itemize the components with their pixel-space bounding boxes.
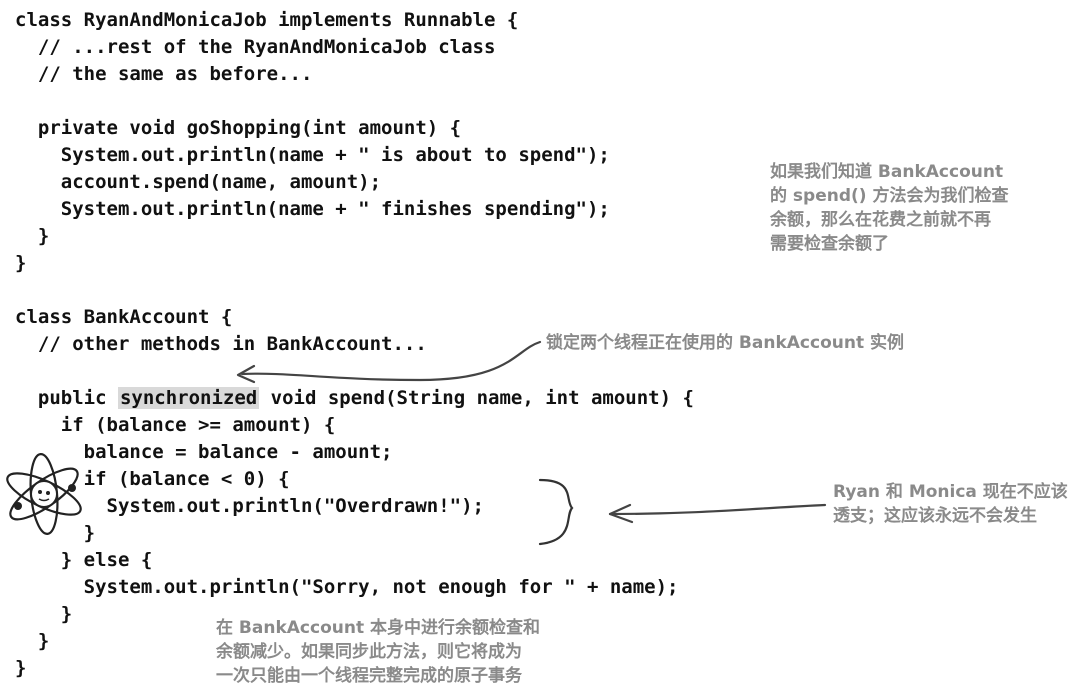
code-line-if-negative: if (balance < 0) { xyxy=(15,468,290,490)
note-check-balance-line-1: 如果我们知道 BankAccount xyxy=(770,162,1004,182)
note-atomic: 在 BankAccount 本身中进行余额检查和 余额减少。如果同步此方法，则它… xyxy=(216,616,540,688)
code-line-spend-signature: public synchronized void spend(String na… xyxy=(15,387,694,409)
note-overdraw-line-2: 透支；这应该永远不会发生 xyxy=(833,506,1037,526)
code-line-comment-other: // other methods in BankAccount... xyxy=(15,333,427,355)
code-line-close-spend: } xyxy=(15,630,50,652)
note-atomic-line-2: 余额减少。如果同步此方法，则它将成为 xyxy=(216,642,522,662)
code-line-class-declaration: class RyanAndMonicaJob implements Runnab… xyxy=(15,9,519,31)
lock-arrow-head xyxy=(236,364,256,384)
code-line-sorry: System.out.println("Sorry, not enough fo… xyxy=(15,576,679,598)
overdraw-brace xyxy=(538,478,574,546)
code-line-println-about: System.out.println(name + " is about to … xyxy=(15,144,610,166)
code-line-close-bankaccount: } xyxy=(15,657,27,679)
note-atomic-line-1: 在 BankAccount 本身中进行余额检查和 xyxy=(216,618,540,638)
code-line-comment-same: // the same as before... xyxy=(15,63,313,85)
code-line-println-finishes: System.out.println(name + " finishes spe… xyxy=(15,198,610,220)
overdraw-arrow xyxy=(608,503,827,516)
code-line-else: } else { xyxy=(15,549,153,571)
code-line-comment-rest: // ...rest of the RyanAndMonicaJob class xyxy=(15,36,496,58)
code-line-overdrawn: System.out.println("Overdrawn!"); xyxy=(15,495,485,517)
code-line-close-else: } xyxy=(15,603,73,625)
note-overdraw: Ryan 和 Monica 现在不应该 透支；这应该永远不会发生 xyxy=(833,480,1068,528)
note-check-balance: 如果我们知道 BankAccount 的 spend() 方法会为我们检查 余额… xyxy=(770,160,1008,256)
signature-prefix: public xyxy=(15,387,118,409)
note-check-balance-line-4: 需要检查余额了 xyxy=(770,234,889,254)
code-line-spend-call: account.spend(name, amount); xyxy=(15,171,382,193)
code-line-bankaccount-class: class BankAccount { xyxy=(15,306,233,328)
code-line-close-inner-if: } xyxy=(15,522,96,544)
code-line-goshopping: private void goShopping(int amount) { xyxy=(15,117,462,139)
synchronized-keyword: synchronized xyxy=(117,387,260,409)
note-check-balance-line-2: 的 spend() 方法会为我们检查 xyxy=(770,186,1009,206)
note-check-balance-line-3: 余额，那么在花费之前就不再 xyxy=(770,210,991,230)
code-line-close-method: } xyxy=(15,225,50,247)
note-lock: 锁定两个线程正在使用的 BankAccount 实例 xyxy=(546,331,904,355)
signature-suffix: void spend(String name, int amount) { xyxy=(259,387,694,409)
note-overdraw-line-1: Ryan 和 Monica 现在不应该 xyxy=(833,482,1068,502)
note-lock-text: 锁定两个线程正在使用的 BankAccount 实例 xyxy=(546,333,904,353)
code-line-close-class: } xyxy=(15,252,27,274)
code-line-if-balance: if (balance >= amount) { xyxy=(15,414,336,436)
note-atomic-line-3: 一次只能由一个线程完整完成的原子事务 xyxy=(216,666,522,686)
code-line-subtract: balance = balance - amount; xyxy=(15,441,393,463)
overdraw-arrow-head xyxy=(608,503,634,524)
